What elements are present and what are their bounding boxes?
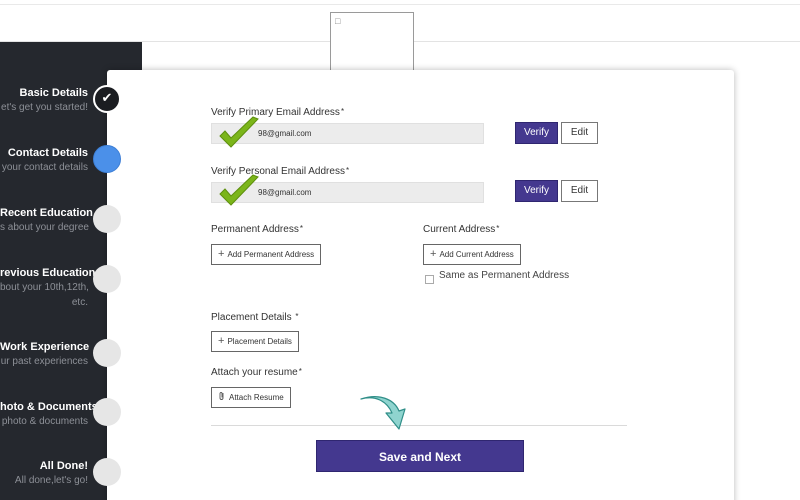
step-previous-education[interactable]: revious Education bout your 10th,12th, e…: [0, 266, 96, 310]
broken-image-placeholder: □: [330, 12, 414, 74]
step-title: Contact Details: [7, 147, 88, 159]
button-label: Add Permanent Address: [227, 250, 315, 259]
step-dot[interactable]: [93, 205, 121, 233]
step-dot[interactable]: [93, 398, 121, 426]
step-work-experience[interactable]: Work Experience ur past experiences: [0, 340, 90, 369]
attach-resume-button[interactable]: Attach Resume: [211, 387, 291, 408]
step-dot-active[interactable]: [93, 145, 121, 173]
step-subtitle: s about your degree: [0, 222, 89, 233]
form-divider: [211, 425, 627, 426]
current-address-label: Current Address*: [423, 224, 500, 235]
step-subtitle: All done,let's go!: [14, 475, 88, 486]
same-as-permanent-checkbox[interactable]: [425, 275, 434, 284]
button-label: Add Current Address: [439, 250, 514, 259]
checkmark-icon: ✔: [101, 90, 113, 105]
plus-icon: +: [430, 248, 437, 260]
step-dot[interactable]: [93, 458, 121, 486]
curved-arrow-icon: [360, 396, 406, 430]
broken-image-icon: □: [335, 16, 341, 26]
step-title: Work Experience: [0, 341, 90, 353]
step-subtitle: et's get you started!: [1, 102, 88, 113]
header-divider: [0, 4, 800, 5]
edit-primary-email-button[interactable]: Edit: [561, 122, 598, 144]
verify-primary-email-button[interactable]: Verify: [515, 122, 558, 144]
step-photo-documents[interactable]: hoto & Documents photo & documents: [0, 400, 98, 429]
plus-icon: +: [218, 335, 225, 347]
step-dot[interactable]: [93, 339, 121, 367]
plus-icon: +: [218, 248, 225, 260]
page: □ Basic Details et's get you started! Co…: [0, 0, 800, 500]
contact-details-card: Verify Primary Email Address* 98@gmail.c…: [107, 70, 734, 500]
step-contact-details[interactable]: Contact Details your contact details: [0, 146, 88, 175]
step-title: Basic Details: [19, 87, 88, 99]
button-label: Attach Resume: [229, 393, 284, 402]
button-label: Placement Details: [227, 337, 292, 346]
step-title: revious Education: [0, 267, 96, 279]
step-recent-education[interactable]: Recent Education s about your degree: [0, 206, 93, 235]
step-title: All Done!: [39, 460, 88, 472]
attach-resume-label: Attach your resume*: [211, 367, 302, 378]
add-permanent-address-button[interactable]: + Add Permanent Address: [211, 244, 322, 265]
verify-personal-email-button[interactable]: Verify: [515, 180, 558, 202]
step-subtitle: photo & documents: [1, 416, 88, 427]
step-subtitle: bout your 10th,12th,: [0, 282, 89, 293]
add-current-address-button[interactable]: + Add Current Address: [423, 244, 521, 265]
save-and-next-button[interactable]: Save and Next: [316, 440, 524, 472]
edit-personal-email-button[interactable]: Edit: [561, 180, 598, 202]
step-basic-details[interactable]: Basic Details et's get you started!: [0, 86, 88, 115]
step-subtitle: ur past experiences: [0, 356, 88, 367]
verified-check-icon: [219, 174, 259, 206]
step-dot[interactable]: [93, 265, 121, 293]
step-title: Recent Education: [0, 207, 93, 219]
placement-details-button[interactable]: + Placement Details: [211, 331, 299, 352]
step-title: hoto & Documents: [0, 401, 98, 413]
paperclip-icon: [219, 392, 224, 400]
permanent-address-label: Permanent Address*: [211, 224, 303, 235]
step-all-done[interactable]: All Done! All done,let's go!: [0, 459, 88, 488]
step-subtitle-continued: etc.: [71, 297, 88, 308]
step-dot-done[interactable]: ✔: [93, 85, 121, 113]
same-as-permanent-label: Same as Permanent Address: [439, 270, 570, 281]
step-subtitle: your contact details: [1, 162, 88, 173]
placement-details-label: Placement Details *: [211, 312, 299, 323]
verified-check-icon: [219, 116, 259, 148]
